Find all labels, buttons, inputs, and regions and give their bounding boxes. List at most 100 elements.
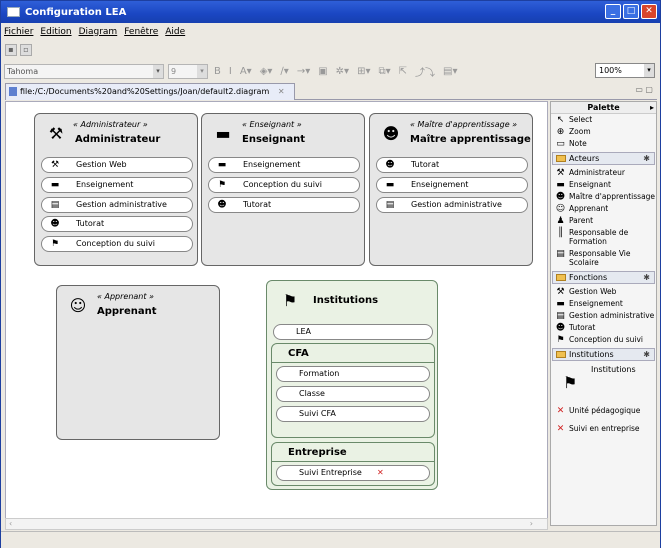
- close-button[interactable]: ✕: [641, 4, 657, 19]
- palette-item[interactable]: ✕ Suivi en entreprise: [551, 423, 656, 435]
- font-color-icon[interactable]: A▾: [238, 66, 254, 77]
- list-item[interactable]: ▬ Enseignement: [41, 177, 193, 193]
- palette-item[interactable]: ☻ Maître d'apprentissage: [551, 191, 656, 203]
- chevron-down-icon: ▾: [153, 64, 163, 78]
- runner-icon: ⚑: [217, 180, 227, 190]
- list-item[interactable]: ☻ Tutorat: [376, 157, 528, 173]
- list-item[interactable]: ⚑ Conception du suivi: [208, 177, 360, 193]
- scroll-right-icon[interactable]: ›: [530, 519, 533, 528]
- grid-icon[interactable]: ▤▾: [441, 66, 459, 77]
- shelf-icon: ║: [557, 228, 564, 238]
- tab-close-icon[interactable]: ✕: [278, 87, 285, 96]
- palette-item[interactable]: ⚒ Administrateur: [551, 167, 656, 179]
- palette-item[interactable]: ☺ Apprenant: [551, 203, 656, 215]
- palette-item-institutions[interactable]: ⚑ Institutions: [551, 363, 656, 401]
- menu-aide[interactable]: Aide: [165, 27, 185, 37]
- zoom-select[interactable]: 100% ▾: [595, 63, 655, 78]
- menu-diagram[interactable]: Diagram: [79, 27, 118, 37]
- box-title: Administrateur: [75, 134, 161, 145]
- palette-item[interactable]: ⚒ Gestion Web: [551, 286, 656, 298]
- title-bar[interactable]: Configuration LEA _ □ ✕: [1, 1, 660, 23]
- flag-icon: ⚑: [563, 373, 578, 392]
- error-x-icon: ✕: [556, 406, 565, 416]
- document-icon: ▤: [50, 200, 60, 210]
- menu-edition[interactable]: Edition: [40, 27, 71, 37]
- route-icon[interactable]: ⤴⤵: [413, 64, 437, 79]
- palette-drawer-acteurs[interactable]: Acteurs ✱: [552, 152, 655, 165]
- palette-item[interactable]: ▬ Enseignement: [551, 298, 656, 310]
- list-item[interactable]: ☻ Tutorat: [41, 216, 193, 232]
- print-icon[interactable]: ▫: [20, 44, 32, 56]
- list-item[interactable]: ☻ Tutorat: [208, 197, 360, 213]
- palette-item[interactable]: ║ Responsable de Formation: [551, 227, 656, 248]
- box-title: Enseignant: [242, 134, 306, 145]
- list-item[interactable]: ▬ Enseignement: [208, 157, 360, 173]
- italic-icon[interactable]: I: [227, 66, 234, 77]
- palette-title: Palette: [587, 103, 620, 112]
- bold-icon[interactable]: B: [212, 66, 223, 77]
- actor-box-enseignant[interactable]: ▬ « Enseignant » Enseignant ▬ Enseignemen…: [201, 113, 365, 266]
- blackboard-icon: ▬: [215, 124, 231, 143]
- actor-box-apprenant[interactable]: ☺ « Apprenant » Apprenant: [56, 285, 220, 440]
- save-icon[interactable]: ▪: [5, 44, 17, 56]
- palette-tool-note[interactable]: ▭ Note: [551, 138, 656, 150]
- line-style-icon[interactable]: →▾: [295, 66, 312, 77]
- entreprise-compartment[interactable]: Entreprise Suivi Entreprise ✕: [271, 442, 435, 486]
- list-item[interactable]: ▬ Enseignement: [376, 177, 528, 193]
- menu-fichier[interactable]: Fichier: [4, 27, 33, 37]
- institutions-box[interactable]: ⚑ Institutions LEA CFA Formation Classe …: [266, 280, 438, 490]
- palette-drawer-institutions[interactable]: Institutions ✱: [552, 348, 655, 361]
- mentor-icon: ☻: [382, 124, 400, 143]
- horizontal-scrollbar[interactable]: ‹ ›: [5, 518, 548, 530]
- palette-item[interactable]: ▤ Gestion administrative: [551, 310, 656, 322]
- palette-item[interactable]: ♟ Parent: [551, 215, 656, 227]
- font-size-select[interactable]: 9 ▾: [168, 63, 208, 79]
- palette-item[interactable]: ✕ Unité pédagogique: [551, 405, 656, 417]
- cfa-compartment[interactable]: CFA Formation Classe Suivi CFA: [271, 343, 435, 438]
- list-item[interactable]: ▤ Gestion administrative: [376, 197, 528, 213]
- tab-default2-diagram[interactable]: file:/C:/Documents%20and%20Settings/Joan…: [5, 83, 295, 100]
- list-item[interactable]: Formation: [276, 366, 430, 382]
- line-color-icon[interactable]: ∕▾: [278, 66, 290, 77]
- actor-box-administrateur[interactable]: ⚒ « Administrateur » Administrateur ⚒ Ges…: [34, 113, 198, 266]
- diagram-canvas[interactable]: ⚒ « Administrateur » Administrateur ⚒ Ges…: [5, 101, 548, 519]
- font-size-value: 9: [171, 66, 177, 76]
- actor-box-maitre-apprentissage[interactable]: ☻ « Maître d'apprentissage » Maître appr…: [369, 113, 533, 266]
- pin-icon[interactable]: ✱: [643, 272, 650, 283]
- minimize-button[interactable]: _: [605, 4, 621, 19]
- stereotype-label: « Enseignant »: [242, 120, 302, 129]
- pin-icon[interactable]: ✱: [643, 349, 650, 360]
- palette-item[interactable]: ⚑ Conception du suivi: [551, 334, 656, 346]
- palette-tool-zoom[interactable]: ⊕ Zoom: [551, 126, 656, 138]
- list-item-lea[interactable]: LEA: [273, 324, 433, 340]
- app-icon: [7, 7, 20, 17]
- palette-item[interactable]: ▬ Enseignant: [551, 179, 656, 191]
- align-icon[interactable]: ⊞▾: [355, 66, 372, 77]
- size-icon[interactable]: ⇱: [397, 66, 409, 77]
- mentor-icon: ☻: [555, 323, 566, 333]
- palette-item[interactable]: ☻ Tutorat: [551, 322, 656, 334]
- list-item[interactable]: ⚑ Conception du suivi: [41, 236, 193, 252]
- palette-header[interactable]: Palette ▸: [551, 102, 656, 114]
- scroll-left-icon[interactable]: ‹: [9, 519, 12, 528]
- list-item[interactable]: ⚒ Gestion Web: [41, 157, 193, 173]
- arrange-icon[interactable]: ✲▾: [334, 66, 351, 77]
- collapse-arrow-icon[interactable]: ▸: [650, 102, 654, 113]
- palette-drawer-fonctions[interactable]: Fonctions ✱: [552, 271, 655, 284]
- box-title: Apprenant: [97, 306, 157, 317]
- menu-fenetre[interactable]: Fenêtre: [124, 27, 158, 37]
- palette-tool-select[interactable]: ↖ Select: [551, 114, 656, 126]
- list-item[interactable]: Classe: [276, 386, 430, 402]
- distribute-icon[interactable]: ⧉▾: [376, 66, 392, 77]
- list-item[interactable]: Suivi Entreprise ✕: [276, 465, 430, 481]
- palette-item[interactable]: ▤ Responsable Vie Scolaire: [551, 248, 656, 269]
- image-icon[interactable]: ▣: [316, 66, 329, 77]
- maximize-button[interactable]: □: [623, 4, 639, 19]
- view-controls[interactable]: ▭ ▢: [635, 85, 653, 94]
- list-item[interactable]: Suivi CFA: [276, 406, 430, 422]
- document-icon: ▤: [385, 200, 395, 210]
- list-item[interactable]: ▤ Gestion administrative: [41, 197, 193, 213]
- fill-color-icon[interactable]: ◈▾: [258, 66, 275, 77]
- font-select[interactable]: Tahoma ▾: [4, 63, 164, 79]
- pin-icon[interactable]: ✱: [643, 153, 650, 164]
